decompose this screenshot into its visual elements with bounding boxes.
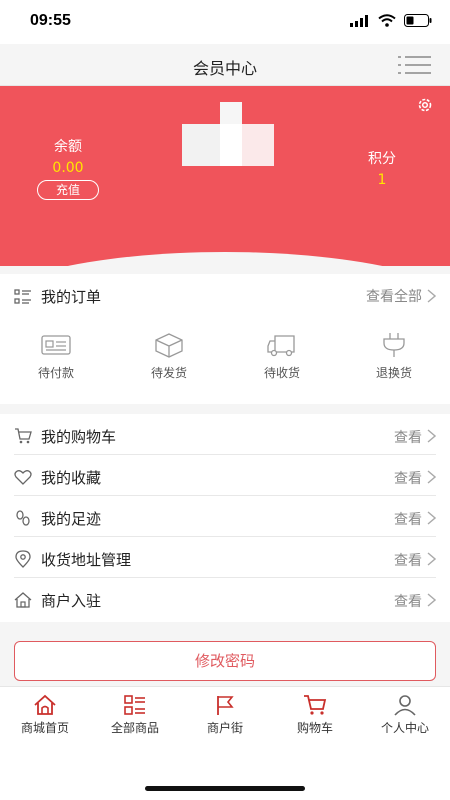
order-status-pending-payment[interactable]: 待付款 bbox=[11, 332, 101, 381]
points-label: 积分 bbox=[368, 151, 396, 167]
chevron-right-icon bbox=[427, 429, 436, 443]
balance-value: 0.00 bbox=[52, 160, 84, 176]
balance-label: 余额 bbox=[54, 139, 82, 155]
menu-item-favorites[interactable]: 我的收藏 查看 bbox=[14, 455, 436, 496]
home-indicator bbox=[145, 786, 305, 791]
orders-header[interactable]: 我的订单 查看全部 bbox=[14, 286, 436, 306]
chevron-right-icon bbox=[427, 289, 436, 303]
tab-mall-home[interactable]: 商城首页 bbox=[0, 687, 90, 740]
menu-item-merchant-join[interactable]: 商户入驻 查看 bbox=[14, 578, 436, 619]
divider bbox=[0, 404, 450, 414]
cart-icon bbox=[15, 428, 32, 444]
member-card: 余额 0.00 充值 积分 1 bbox=[0, 86, 450, 266]
hero-curve bbox=[0, 252, 450, 266]
status-bar: 09:55 bbox=[0, 0, 450, 44]
tab-label: 个人中心 bbox=[380, 721, 429, 735]
gear-icon bbox=[418, 98, 432, 112]
menu-item-label: 收货地址管理 bbox=[41, 551, 132, 569]
wifi-icon bbox=[378, 14, 396, 27]
list-menu-icon bbox=[398, 56, 431, 74]
person-icon bbox=[394, 695, 416, 716]
tab-personal-center[interactable]: 个人中心 bbox=[360, 687, 450, 740]
home-icon bbox=[14, 592, 32, 608]
order-status-returns[interactable]: 退换货 bbox=[349, 332, 439, 381]
menu-item-address[interactable]: 收货地址管理 查看 bbox=[14, 537, 436, 578]
menu-item-history[interactable]: 我的足迹 查看 bbox=[14, 496, 436, 537]
home-icon bbox=[34, 694, 56, 715]
return-plug-icon bbox=[383, 333, 405, 357]
heart-icon bbox=[14, 470, 32, 485]
recharge-button[interactable]: 充值 bbox=[37, 180, 99, 200]
menu-item-action: 查看 bbox=[394, 512, 422, 528]
orders-title: 我的订单 bbox=[41, 288, 102, 306]
tab-label: 全部商品 bbox=[110, 721, 159, 735]
tab-merchant-street[interactable]: 商户街 bbox=[180, 687, 270, 740]
divider bbox=[0, 266, 450, 274]
tab-label: 购物车 bbox=[296, 721, 333, 735]
view-all-orders-link[interactable]: 查看全部 bbox=[366, 286, 422, 306]
points-block: 积分 1 bbox=[362, 148, 402, 188]
cart-icon bbox=[304, 695, 327, 715]
chevron-right-icon bbox=[427, 470, 436, 484]
status-time: 09:55 bbox=[30, 12, 71, 29]
header-bar: 会员中心 bbox=[0, 44, 450, 86]
menu-item-cart[interactable]: 我的购物车 查看 bbox=[14, 414, 436, 455]
menu-item-action: 查看 bbox=[394, 471, 422, 487]
location-pin-icon bbox=[15, 550, 31, 568]
tab-label: 商户街 bbox=[206, 721, 243, 735]
menu-item-action: 查看 bbox=[394, 430, 422, 446]
order-list-icon bbox=[14, 289, 31, 304]
order-status-label: 退换货 bbox=[375, 366, 412, 380]
tab-label: 商城首页 bbox=[20, 721, 69, 735]
orders-section: 我的订单 查看全部 待付款 待发货 待收货 退换货 bbox=[0, 274, 450, 404]
order-status-label: 待发货 bbox=[150, 366, 187, 380]
menu-item-label: 我的购物车 bbox=[41, 428, 117, 446]
tab-cart[interactable]: 购物车 bbox=[270, 687, 360, 740]
status-icons bbox=[350, 14, 432, 27]
bottom-tab-bar: 商城首页 全部商品 商户街 购物车 个人中心 bbox=[0, 686, 450, 740]
order-status-awaiting-receipt[interactable]: 待收货 bbox=[237, 332, 327, 381]
settings-button[interactable] bbox=[416, 96, 434, 114]
menu-item-action: 查看 bbox=[394, 553, 422, 569]
menu-list: 我的购物车 查看 我的收藏 查看 我的足迹 查看 收货地址管理 查看 商户入驻 … bbox=[0, 414, 450, 622]
order-status-label: 待付款 bbox=[37, 366, 74, 380]
page-title: 会员中心 bbox=[192, 59, 257, 78]
menu-item-action: 查看 bbox=[394, 594, 422, 610]
order-status-awaiting-shipment[interactable]: 待发货 bbox=[124, 332, 214, 381]
signal-icon bbox=[350, 14, 368, 27]
balance-block: 余额 0.00 充值 bbox=[30, 136, 106, 200]
chevron-right-icon bbox=[427, 593, 436, 607]
avatar[interactable] bbox=[182, 102, 274, 166]
change-password-button[interactable]: 修改密码 bbox=[14, 641, 436, 681]
wallet-card-icon bbox=[41, 335, 71, 355]
grid-list-icon bbox=[124, 695, 145, 715]
menu-item-label: 我的足迹 bbox=[41, 510, 102, 528]
battery-icon bbox=[404, 14, 432, 27]
delivery-truck-icon bbox=[267, 335, 295, 357]
points-value: 1 bbox=[377, 172, 387, 188]
flag-icon bbox=[217, 696, 234, 715]
footprint-icon bbox=[16, 510, 30, 526]
tab-all-products[interactable]: 全部商品 bbox=[90, 687, 180, 740]
package-box-icon bbox=[155, 333, 183, 358]
order-status-label: 待收货 bbox=[263, 366, 300, 380]
chevron-right-icon bbox=[427, 552, 436, 566]
menu-item-label: 商户入驻 bbox=[41, 592, 102, 610]
menu-button[interactable] bbox=[398, 54, 432, 76]
chevron-right-icon bbox=[427, 511, 436, 525]
menu-item-label: 我的收藏 bbox=[41, 469, 102, 487]
